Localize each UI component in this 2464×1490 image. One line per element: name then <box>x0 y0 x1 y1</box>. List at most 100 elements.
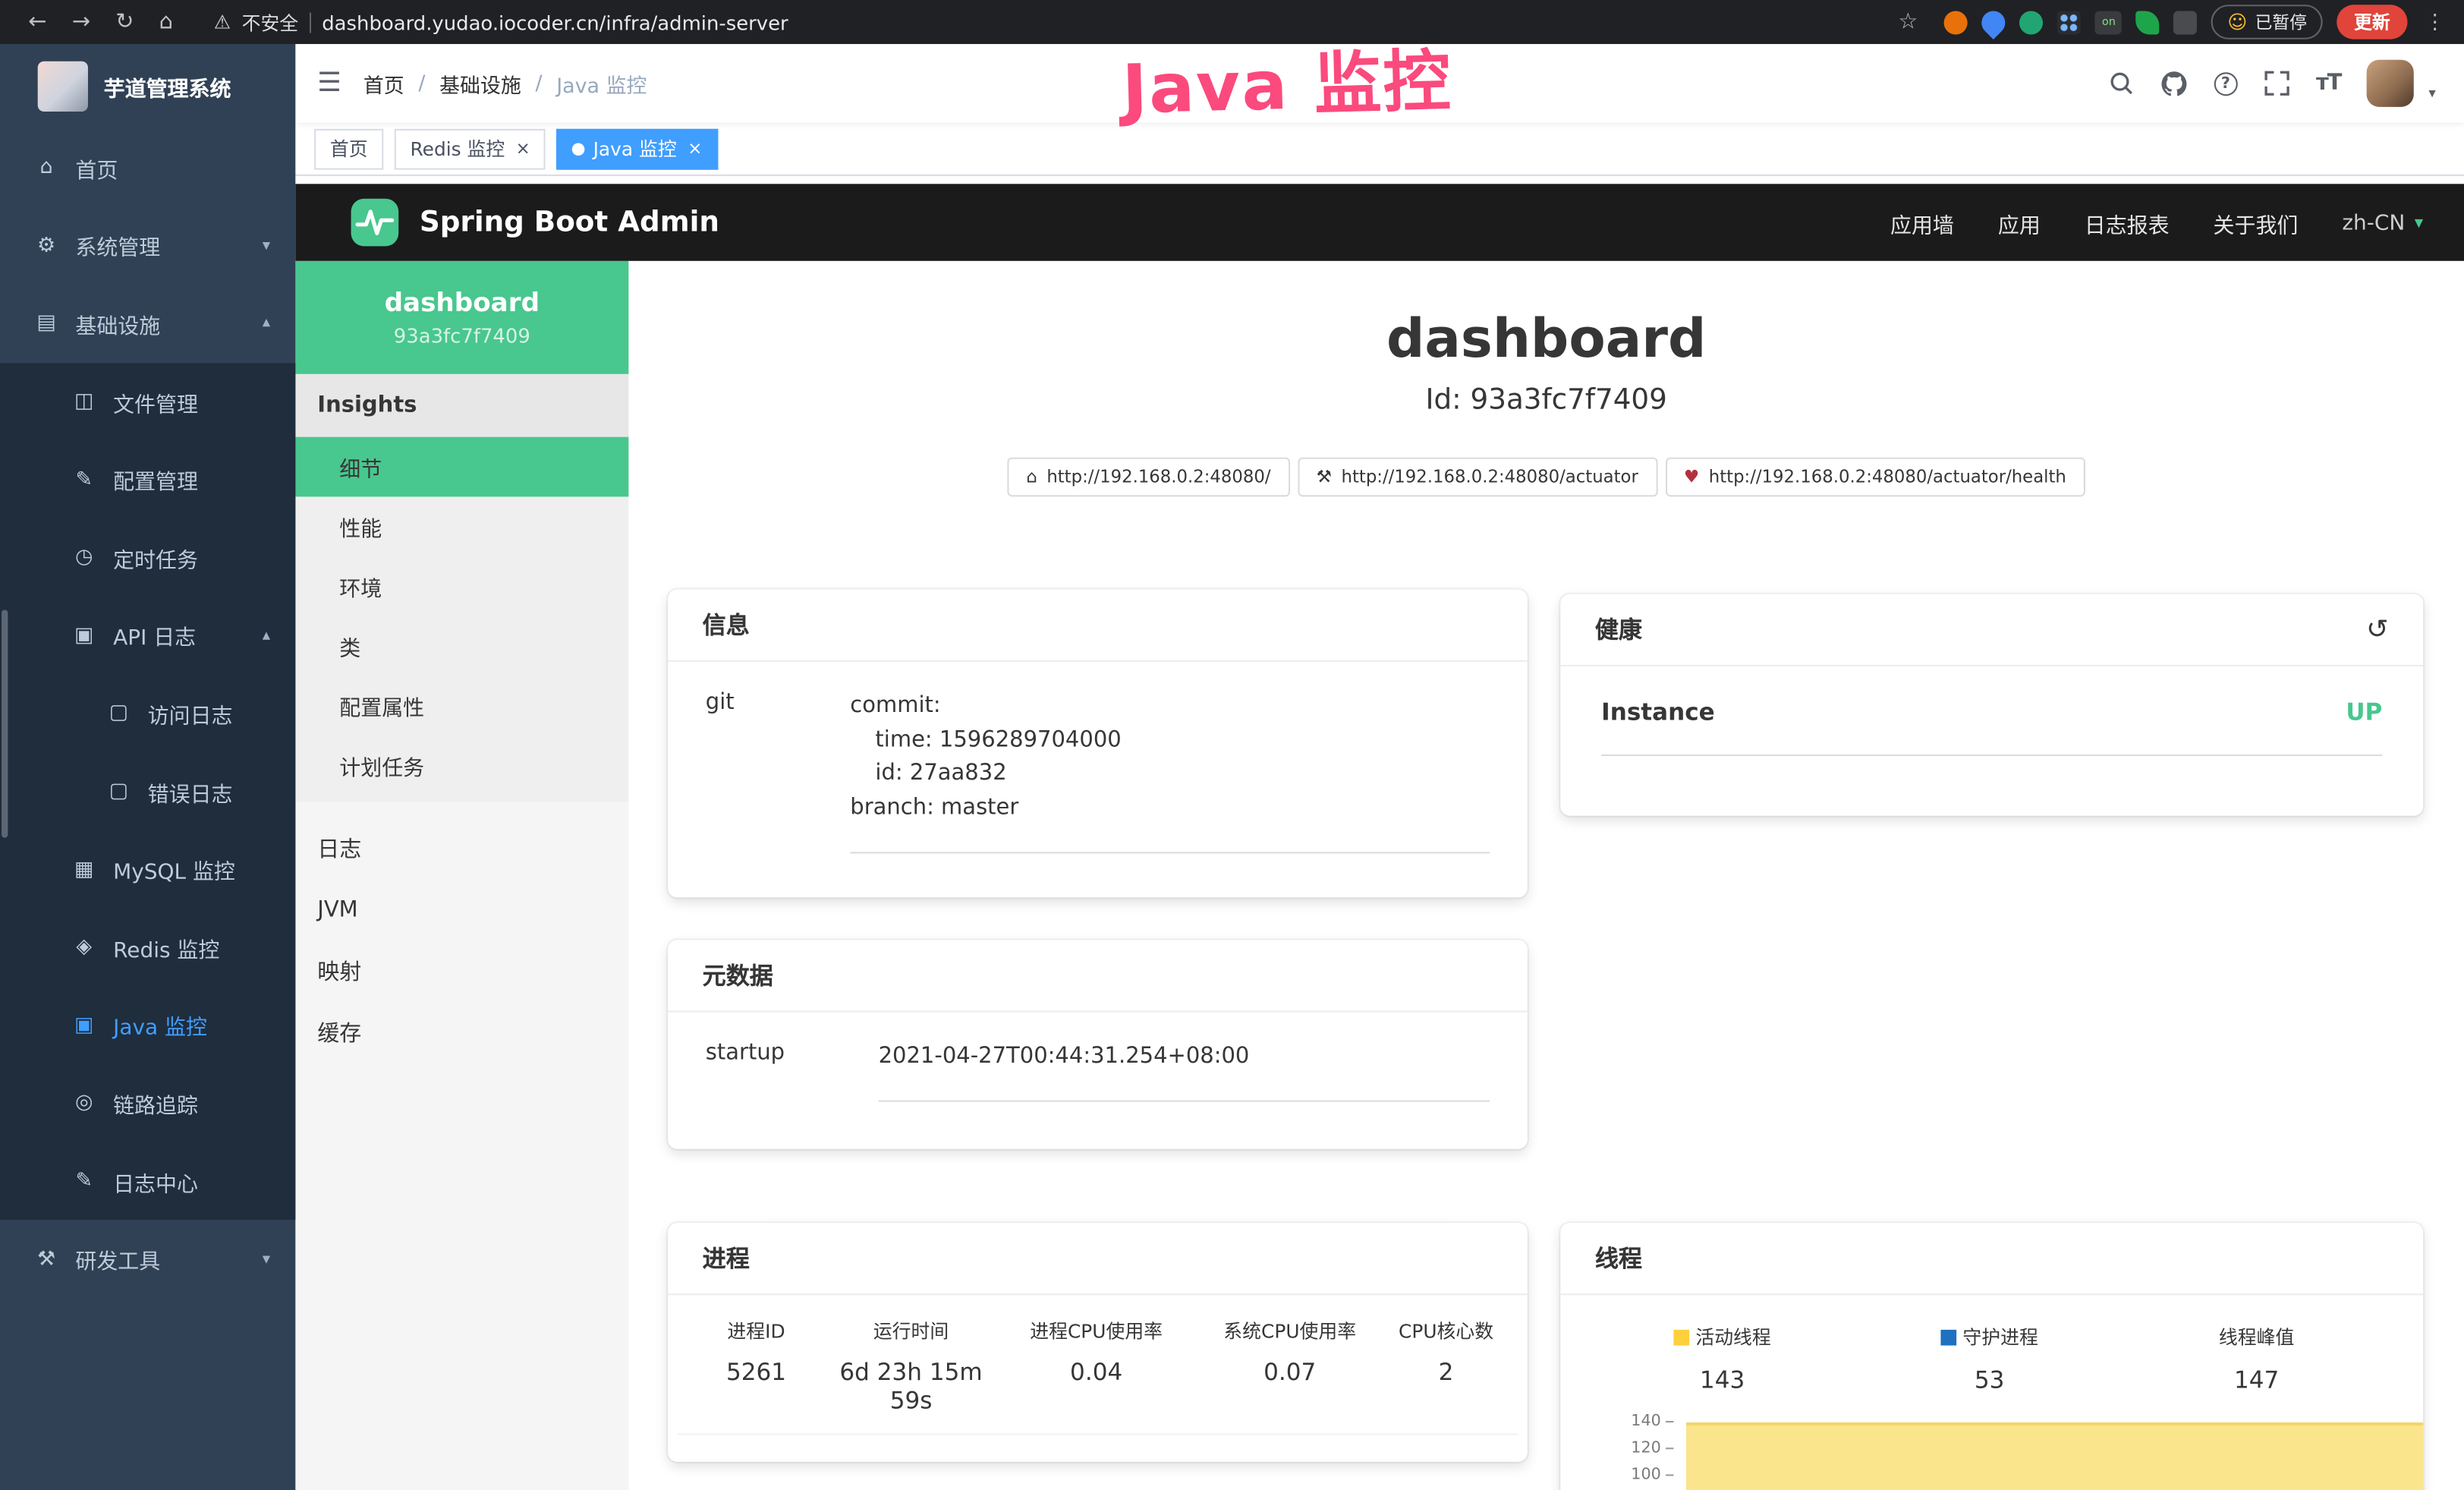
close-icon[interactable]: × <box>516 138 530 159</box>
card-header: 进程 <box>668 1223 1528 1295</box>
security-label[interactable]: 不安全 <box>242 8 299 35</box>
language-selector[interactable]: zh-CN ▾ <box>2342 209 2423 235</box>
health-url-button[interactable]: ♥ http://192.168.0.2:48080/actuator/heal… <box>1665 458 2085 497</box>
tab-home[interactable]: 首页 <box>314 128 383 169</box>
column-value: 5261 <box>690 1358 823 1386</box>
sidebar-item-home[interactable]: ⌂ 首页 <box>0 129 295 207</box>
reload-icon[interactable]: ↻ <box>115 9 134 34</box>
sidebar-item-config-management[interactable]: ✎ 配置管理 <box>0 441 295 519</box>
forward-icon[interactable]: → <box>72 9 90 34</box>
sba-item-config-props[interactable]: 配置属性 <box>295 676 628 736</box>
threads-body: 活动线程 143 守护进程 53 线程峰值 <box>1560 1295 2423 1490</box>
legend-color-swatch <box>1940 1329 1956 1345</box>
extension-icon-5[interactable] <box>2136 10 2160 33</box>
sba-item-metrics[interactable]: 性能 <box>295 496 628 556</box>
bookmark-star-icon[interactable]: ☆ <box>1898 9 1918 34</box>
mysql-icon: ▦ <box>72 858 96 881</box>
sidebar-item-label: 错误日志 <box>148 776 233 807</box>
extension-icon-2[interactable] <box>1978 5 2011 39</box>
link-label: http://192.168.0.2:48080/actuator <box>1342 467 1638 487</box>
actuator-url-button[interactable]: ⚒ http://192.168.0.2:48080/actuator <box>1298 458 1657 497</box>
active-tab-dot <box>573 142 586 155</box>
card-title: 元数据 <box>703 959 773 991</box>
sba-menu-journal[interactable]: 日志报表 <box>2085 206 2170 238</box>
chevron-up-icon: ▴ <box>263 627 270 644</box>
tag-view-bar: 首页 Redis 监控 × Java 监控 × <box>295 123 2464 176</box>
back-icon[interactable]: ← <box>28 9 46 34</box>
caret-down-icon[interactable]: ▾ <box>2428 87 2435 102</box>
breadcrumb-item[interactable]: 基础设施 <box>439 68 521 98</box>
sidebar-item-system[interactable]: ⚙ 系统管理 ▾ <box>0 207 295 285</box>
sidebar-item-java-monitor[interactable]: ▣ Java 监控 <box>0 986 295 1064</box>
sidebar-item-dev-tools[interactable]: ⚒ 研发工具 ▾ <box>0 1221 295 1299</box>
user-avatar[interactable] <box>2368 60 2415 107</box>
extension-icon-3[interactable] <box>2020 10 2044 33</box>
sidebar-item-scheduled-jobs[interactable]: ◷ 定时任务 <box>0 518 295 597</box>
home-icon: ⌂ <box>1026 467 1037 487</box>
sidebar-group-insights[interactable]: Insights <box>295 374 628 437</box>
sidebar-item-redis-monitor[interactable]: ◈ Redis 监控 <box>0 909 295 987</box>
sidebar-item-access-logs[interactable]: ▢ 访问日志 <box>0 675 295 753</box>
breadcrumb: 首页 / 基础设施 / Java 监控 <box>363 68 647 98</box>
card-header: 信息 <box>668 590 1528 662</box>
sidebar-item-mysql-monitor[interactable]: ▦ MySQL 监控 <box>0 830 295 909</box>
infrastructure-icon: ▤ <box>35 312 58 335</box>
sidebar-item-tracing[interactable]: ◎ 链路追踪 <box>0 1064 295 1142</box>
help-icon[interactable]: ? <box>2214 71 2237 95</box>
sidebar-item-label: 基础设施 <box>75 308 160 339</box>
puzzle-extension-icon[interactable] <box>2174 10 2198 33</box>
close-icon[interactable]: × <box>688 138 702 159</box>
info-line: branch: master <box>850 792 1490 827</box>
instance-name: dashboard <box>385 288 540 317</box>
sidebar-item-file-management[interactable]: ◫ 文件管理 <box>0 363 295 441</box>
sba-menu-applications[interactable]: 应用 <box>1998 206 2041 238</box>
sba-item-logging[interactable]: 日志 <box>295 817 628 879</box>
logo-title: 芋道管理系统 <box>104 71 231 102</box>
github-icon[interactable] <box>2160 70 2187 96</box>
app-logo[interactable]: 芋道管理系统 <box>0 44 295 129</box>
process-column: CPU核心数 2 <box>1386 1317 1506 1414</box>
threads-card: 线程 活动线程 143 守护进程 <box>1560 1223 2423 1490</box>
tab-label: 首页 <box>330 135 368 162</box>
sidebar-item-infrastructure[interactable]: ▤ 基础设施 ▴ <box>0 285 295 363</box>
tab-java-monitor[interactable]: Java 监控 × <box>557 128 718 169</box>
sba-item-jvm[interactable]: JVM <box>295 879 628 940</box>
update-button[interactable]: 更新 <box>2337 5 2407 39</box>
sba-item-mappings[interactable]: 映射 <box>295 940 628 1001</box>
sba-navbar: Spring Boot Admin 应用墙 应用 日志报表 关于我们 zh-CN… <box>295 184 2464 260</box>
legend-value: 143 <box>1589 1366 1856 1394</box>
address-bar[interactable]: ⚠ 不安全 dashboard.yudao.iocoder.cn/infra/a… <box>214 8 788 35</box>
card-title: 信息 <box>703 608 750 641</box>
sidebar-item-log-center[interactable]: ✎ 日志中心 <box>0 1142 295 1221</box>
browser-home-icon[interactable]: ⌂ <box>159 9 173 34</box>
url-text[interactable]: dashboard.yudao.iocoder.cn/infra/admin-s… <box>322 10 788 33</box>
sba-brand[interactable]: Spring Boot Admin <box>295 197 719 248</box>
search-icon[interactable] <box>2109 71 2134 96</box>
font-size-icon[interactable]: тT <box>2316 71 2340 96</box>
sba-item-environment[interactable]: 环境 <box>295 556 628 616</box>
sba-menu-about[interactable]: 关于我们 <box>2214 206 2299 238</box>
instance-header[interactable]: dashboard 93a3fc7f7409 <box>295 261 628 374</box>
column-value: 0.04 <box>999 1358 1193 1386</box>
service-url-button[interactable]: ⌂ http://192.168.0.2:48080/ <box>1008 458 1290 497</box>
breadcrumb-item[interactable]: 首页 <box>363 68 404 98</box>
sidebar-item-api-logs[interactable]: ▣ API 日志 ▴ <box>0 597 295 675</box>
sba-item-details[interactable]: 细节 <box>295 437 628 497</box>
kebab-menu-icon[interactable]: ⋮ <box>2425 10 2445 33</box>
column-value: 2 <box>1386 1358 1506 1386</box>
extension-icon-1[interactable] <box>1945 10 1968 33</box>
extension-icon-4[interactable] <box>2058 10 2082 33</box>
sidebar-scrollbar[interactable] <box>2 610 8 837</box>
history-icon[interactable]: ↺ <box>2366 614 2389 645</box>
sba-item-scheduled-tasks[interactable]: 计划任务 <box>295 736 628 795</box>
fullscreen-icon[interactable] <box>2264 71 2289 96</box>
tab-redis-monitor[interactable]: Redis 监控 × <box>395 128 546 169</box>
extension-on-badge[interactable]: on <box>2095 10 2122 33</box>
sidebar-item-error-logs[interactable]: ▢ 错误日志 <box>0 752 295 830</box>
trace-icon: ◎ <box>72 1092 96 1115</box>
hamburger-icon[interactable]: ☰ <box>295 68 363 99</box>
sba-menu-wallboard[interactable]: 应用墙 <box>1890 206 1954 238</box>
sba-item-beans[interactable]: 类 <box>295 616 628 676</box>
sba-item-caches[interactable]: 缓存 <box>295 1001 628 1063</box>
paused-badge[interactable]: ☺ 已暂停 <box>2212 5 2323 39</box>
